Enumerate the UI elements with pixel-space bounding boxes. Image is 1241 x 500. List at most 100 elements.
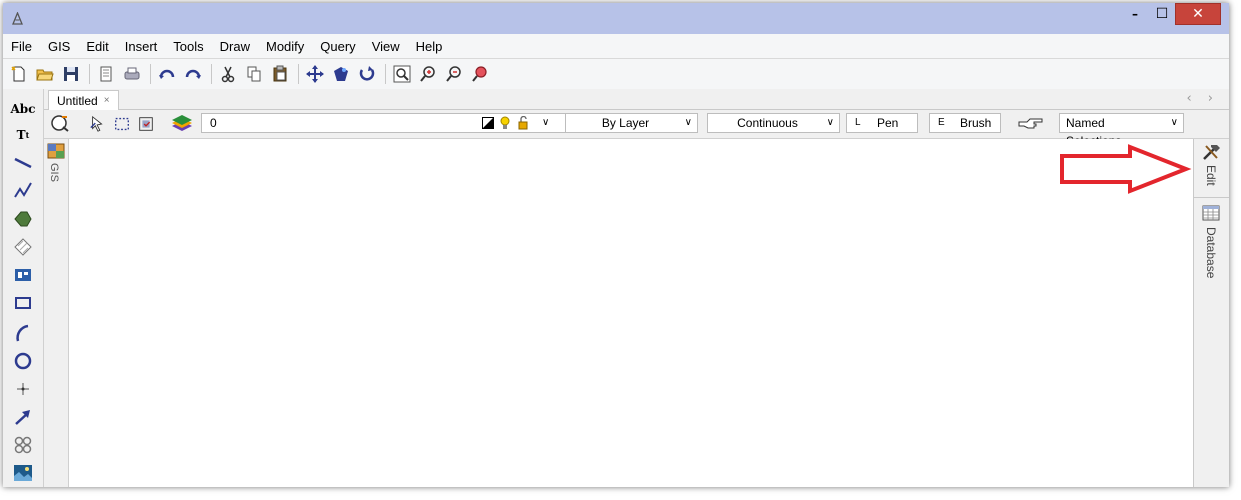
arrow-tool-button[interactable] <box>10 405 36 429</box>
gis-panel-tab[interactable]: GIS <box>48 163 60 182</box>
pen-shortcut-key: L <box>855 117 861 128</box>
zoom-all-icon <box>334 67 348 81</box>
menu-tools[interactable]: Tools <box>165 39 211 54</box>
title-bar[interactable]: – ☐ ✕ <box>3 3 1229 34</box>
new-button[interactable] <box>7 62 31 86</box>
color-select[interactable]: By Layer ∨ <box>565 113 698 133</box>
pan-icon <box>306 65 324 83</box>
select-pointer-icon <box>90 115 103 132</box>
database-panel-tab[interactable]: Database <box>1204 227 1218 278</box>
line-icon <box>14 157 32 169</box>
multi-point-tool-button[interactable] <box>10 433 36 457</box>
polygon-tool-button[interactable] <box>10 207 36 231</box>
layer-manager-button[interactable] <box>50 114 70 134</box>
undo-button[interactable] <box>155 62 179 86</box>
text-tool-button[interactable]: Abc <box>10 97 36 121</box>
select-pointer-button[interactable] <box>88 114 108 134</box>
menu-modify[interactable]: Modify <box>258 39 312 54</box>
line-tool-button[interactable] <box>10 151 36 175</box>
polyline-icon <box>14 182 32 198</box>
layer-manager-icon <box>51 115 69 132</box>
redo-icon <box>185 69 201 79</box>
pan-button[interactable] <box>303 62 327 86</box>
rectangle-icon <box>15 297 31 309</box>
menu-draw[interactable]: Draw <box>212 39 258 54</box>
zoom-in-icon <box>420 66 435 82</box>
current-layer-value: 0 <box>210 116 217 130</box>
zoom-in-button[interactable] <box>416 62 440 86</box>
edit-tools-icon[interactable] <box>1202 143 1222 161</box>
brush-label: Brush <box>960 116 992 130</box>
print-preview-icon <box>100 66 112 82</box>
document-tab-untitled[interactable]: Untitled × <box>48 90 119 110</box>
cut-button[interactable] <box>216 62 240 86</box>
brush-button[interactable]: E Brush <box>929 113 1001 133</box>
arc-tool-button[interactable] <box>10 321 36 345</box>
print-icon <box>124 67 140 80</box>
menu-query[interactable]: Query <box>312 39 363 54</box>
hatch-tool-button[interactable] <box>10 235 36 259</box>
point-icon <box>17 383 29 395</box>
zoom-all-button[interactable] <box>329 62 353 86</box>
print-preview-button[interactable] <box>94 62 118 86</box>
layers-button[interactable] <box>170 114 194 134</box>
copy-button[interactable] <box>242 62 266 86</box>
save-button[interactable] <box>59 62 83 86</box>
paste-button[interactable] <box>268 62 292 86</box>
close-button[interactable]: ✕ <box>1175 3 1221 25</box>
open-button[interactable] <box>33 62 57 86</box>
pen-label: Pen <box>877 116 899 130</box>
lightbulb-icon[interactable] <box>500 116 510 130</box>
menu-insert[interactable]: Insert <box>117 39 166 54</box>
unlock-icon[interactable] <box>518 116 528 130</box>
point-tool-button[interactable] <box>10 377 36 401</box>
zoom-out-button[interactable] <box>442 62 466 86</box>
edit-panel-tab[interactable]: Edit <box>1204 165 1218 186</box>
layer-dropdown-chevron-icon[interactable]: ∨ <box>542 114 549 132</box>
tab-close-icon[interactable]: × <box>104 95 110 106</box>
database-table-icon[interactable] <box>1202 205 1220 221</box>
zoom-previous-button[interactable] <box>468 62 492 86</box>
circle-tool-button[interactable] <box>10 349 36 373</box>
select-all-button[interactable] <box>136 114 156 134</box>
text-style-button[interactable]: Tt <box>10 123 36 147</box>
minimize-icon: – <box>1132 7 1138 21</box>
layer-color-icon <box>482 117 494 129</box>
gis-panel-icon[interactable] <box>47 143 65 159</box>
pen-button[interactable]: L Pen <box>846 113 918 133</box>
left-draw-toolbar: Abc Tt <box>3 89 44 487</box>
menu-gis[interactable]: GIS <box>40 39 78 54</box>
pointing-hand-button[interactable] <box>1017 114 1045 134</box>
named-selections-select[interactable]: Named Selections ∨ <box>1059 113 1184 148</box>
linetype-select[interactable]: Continuous ∨ <box>707 113 840 133</box>
zoom-window-button[interactable] <box>390 62 414 86</box>
menu-edit[interactable]: Edit <box>78 39 116 54</box>
minimize-button[interactable]: – <box>1122 3 1148 25</box>
gis-panel-strip: GIS <box>44 139 69 487</box>
layers-icon <box>172 115 192 131</box>
window-select-button[interactable] <box>112 114 132 134</box>
chevron-down-icon: ∨ <box>684 117 692 128</box>
block-tool-button[interactable] <box>10 263 36 287</box>
zoom-out-icon <box>446 66 461 82</box>
menu-file[interactable]: File <box>3 39 40 54</box>
app-logo-icon <box>12 12 23 25</box>
refresh-icon <box>359 66 375 81</box>
current-layer-select[interactable]: 0 ∨ <box>201 113 569 133</box>
polyline-tool-button[interactable] <box>10 179 36 203</box>
menu-view[interactable]: View <box>364 39 408 54</box>
rectangle-tool-button[interactable] <box>10 291 36 315</box>
redo-button[interactable] <box>181 62 205 86</box>
image-icon <box>14 465 32 481</box>
print-button[interactable] <box>120 62 144 86</box>
drawing-canvas[interactable] <box>69 139 1193 487</box>
panel-divider <box>1194 197 1229 198</box>
block-icon <box>15 269 31 281</box>
refresh-button[interactable] <box>355 62 379 86</box>
maximize-button[interactable]: ☐ <box>1149 3 1175 25</box>
paste-icon <box>273 65 287 82</box>
image-tool-button[interactable] <box>10 461 36 485</box>
menu-help[interactable]: Help <box>408 39 451 54</box>
document-tab-strip: Untitled × ‹ › <box>44 89 1229 110</box>
tab-scroll-arrows[interactable]: ‹ › <box>1186 91 1219 106</box>
